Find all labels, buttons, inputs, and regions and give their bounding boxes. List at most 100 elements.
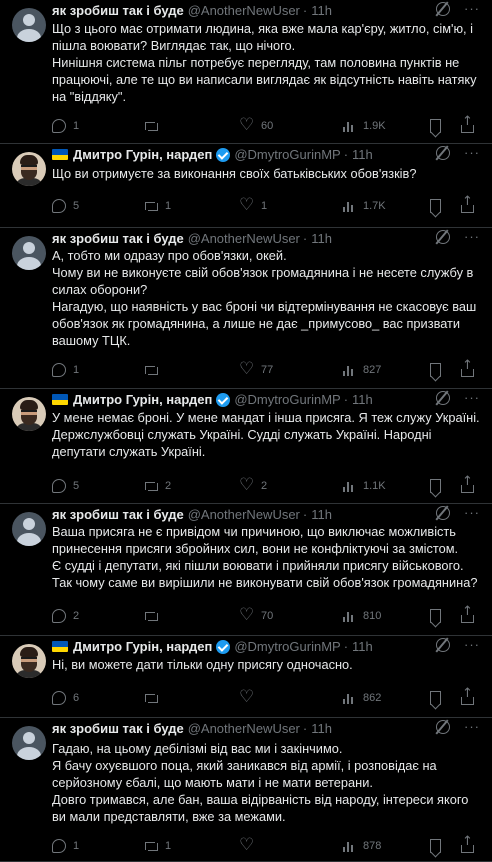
avatar[interactable] xyxy=(12,152,46,186)
views-icon xyxy=(342,691,356,705)
grok-icon[interactable] xyxy=(436,2,450,16)
tweet-text: Ваша присяга не є привідом чи причиною, … xyxy=(52,523,480,591)
tweet[interactable]: як зробиш так і буде @AnotherNewUser · 11h ·… xyxy=(0,0,492,144)
more-icon[interactable]: ··· xyxy=(464,230,480,243)
retweet-button[interactable]: 1 xyxy=(144,838,171,854)
tweet[interactable]: як зробиш так і буде @AnotherNewUser · 11h ·… xyxy=(0,504,492,636)
reply-button[interactable]: 1 xyxy=(52,362,79,378)
timestamp[interactable]: 11h xyxy=(311,231,332,246)
author-name[interactable]: як зробиш так і буде xyxy=(52,507,184,522)
bookmark-button[interactable] xyxy=(430,118,448,134)
like-button[interactable] xyxy=(239,835,261,855)
views-button[interactable]: 1.1K xyxy=(342,478,386,494)
avatar[interactable] xyxy=(12,236,46,270)
like-button[interactable]: 1 xyxy=(239,195,267,215)
bookmark-button[interactable] xyxy=(430,690,448,706)
reply-button[interactable]: 1 xyxy=(52,118,79,134)
author-name[interactable]: Дмитро Гурін, нардеп xyxy=(73,639,212,654)
like-button[interactable] xyxy=(239,687,261,707)
timestamp[interactable]: 11h xyxy=(352,392,373,407)
grok-icon[interactable] xyxy=(436,391,450,405)
grok-icon[interactable] xyxy=(436,230,450,244)
retweet-button[interactable]: 1 xyxy=(144,198,171,214)
avatar[interactable] xyxy=(12,644,46,678)
author-handle[interactable]: @AnotherNewUser xyxy=(188,507,300,522)
share-button[interactable] xyxy=(460,114,481,134)
like-button[interactable]: 70 xyxy=(239,605,273,625)
share-button[interactable] xyxy=(460,834,481,854)
flag-yellow xyxy=(52,646,68,652)
timestamp[interactable]: 11h xyxy=(352,147,373,162)
retweet-button[interactable] xyxy=(144,690,165,706)
more-icon[interactable]: ··· xyxy=(464,720,480,733)
bookmark-button[interactable] xyxy=(430,362,448,378)
more-icon[interactable]: ··· xyxy=(464,391,480,404)
author-handle[interactable]: @DmytroGurinMP xyxy=(234,147,340,162)
author-name[interactable]: як зробиш так і буде xyxy=(52,3,184,18)
tweet-text: А, тобто ми одразу про обов'язки, окей. Ч… xyxy=(52,247,480,349)
author-handle[interactable]: @AnotherNewUser xyxy=(188,721,300,736)
grok-icon[interactable] xyxy=(436,720,450,734)
share-button[interactable] xyxy=(460,604,481,624)
avatar[interactable] xyxy=(12,8,46,42)
retweet-button[interactable] xyxy=(144,362,165,378)
views-button[interactable]: 810 xyxy=(342,608,381,624)
like-button[interactable]: 77 xyxy=(239,359,274,379)
reply-button[interactable]: 6 xyxy=(52,690,79,706)
more-icon[interactable]: ··· xyxy=(464,2,480,15)
tweet[interactable]: Дмитро Гурін, нардеп @DmytroGurinMP · 11h ··… xyxy=(0,389,492,504)
tweet[interactable]: Дмитро Гурін, нардеп @DmytroGurinMP · 11h ··… xyxy=(0,636,492,718)
tweet[interactable]: як зробиш так і буде @AnotherNewUser · 11h ·… xyxy=(0,228,492,389)
bookmark-button[interactable] xyxy=(430,838,448,854)
timestamp[interactable]: 11h xyxy=(311,3,332,18)
more-icon[interactable]: ··· xyxy=(464,146,480,159)
avatar[interactable] xyxy=(12,512,46,546)
views-button[interactable]: 878 xyxy=(342,838,381,854)
share-button[interactable] xyxy=(460,358,481,378)
retweet-button[interactable] xyxy=(144,118,165,134)
avatar[interactable] xyxy=(12,726,46,760)
views-button[interactable]: 1.9K xyxy=(342,118,386,134)
tweet[interactable]: Дмитро Гурін, нардеп @DmytroGurinMP · 11h ··… xyxy=(0,144,492,228)
retweet-button[interactable] xyxy=(144,608,165,624)
retweet-button[interactable]: 2 xyxy=(144,478,171,494)
share-button[interactable] xyxy=(460,686,481,706)
reply-button[interactable]: 5 xyxy=(52,198,79,214)
grok-icon[interactable] xyxy=(436,146,450,160)
tweet-paragraph: Ні, ви можете дати тільки одну присягу о… xyxy=(52,657,353,672)
reply-button[interactable]: 2 xyxy=(52,608,79,624)
author-name[interactable]: Дмитро Гурін, нардеп xyxy=(73,392,212,407)
avatar[interactable] xyxy=(12,397,46,431)
more-icon[interactable]: ··· xyxy=(464,638,480,651)
bookmark-button[interactable] xyxy=(430,608,448,624)
separator: · xyxy=(302,3,308,18)
author-handle[interactable]: @AnotherNewUser xyxy=(188,231,300,246)
grok-icon[interactable] xyxy=(436,506,450,520)
author-name[interactable]: Дмитро Гурін, нардеп xyxy=(73,147,212,162)
views-button[interactable]: 862 xyxy=(342,690,381,706)
like-button[interactable]: 60 xyxy=(239,115,273,135)
reply-button[interactable]: 5 xyxy=(52,478,79,494)
bookmark-button[interactable] xyxy=(430,198,448,214)
timestamp[interactable]: 11h xyxy=(311,507,332,522)
like-button[interactable]: 2 xyxy=(239,475,267,495)
author-name[interactable]: як зробиш так і буде xyxy=(52,721,184,736)
more-icon[interactable]: ··· xyxy=(464,506,480,519)
author-handle[interactable]: @DmytroGurinMP xyxy=(234,639,340,654)
reply-button[interactable]: 1 xyxy=(52,838,79,854)
author-name[interactable]: як зробиш так і буде xyxy=(52,231,184,246)
author-handle[interactable]: @DmytroGurinMP xyxy=(234,392,340,407)
like-count: 77 xyxy=(261,364,274,376)
bookmark-button[interactable] xyxy=(430,478,448,494)
tweet[interactable]: як зробиш так і буде @AnotherNewUser · 11h ·… xyxy=(0,718,492,862)
timestamp[interactable]: 11h xyxy=(352,639,373,654)
views-button[interactable]: 1.7K xyxy=(342,198,386,214)
share-button[interactable] xyxy=(460,194,481,214)
timestamp[interactable]: 11h xyxy=(311,721,332,736)
tweet-actions: 1 60 1.9K xyxy=(52,114,481,135)
tweet-paragraph: Нинішня система пільг потребує перегляду… xyxy=(52,55,477,104)
grok-icon[interactable] xyxy=(436,638,450,652)
views-button[interactable]: 827 xyxy=(342,362,381,378)
author-handle[interactable]: @AnotherNewUser xyxy=(188,3,300,18)
share-button[interactable] xyxy=(460,474,481,494)
